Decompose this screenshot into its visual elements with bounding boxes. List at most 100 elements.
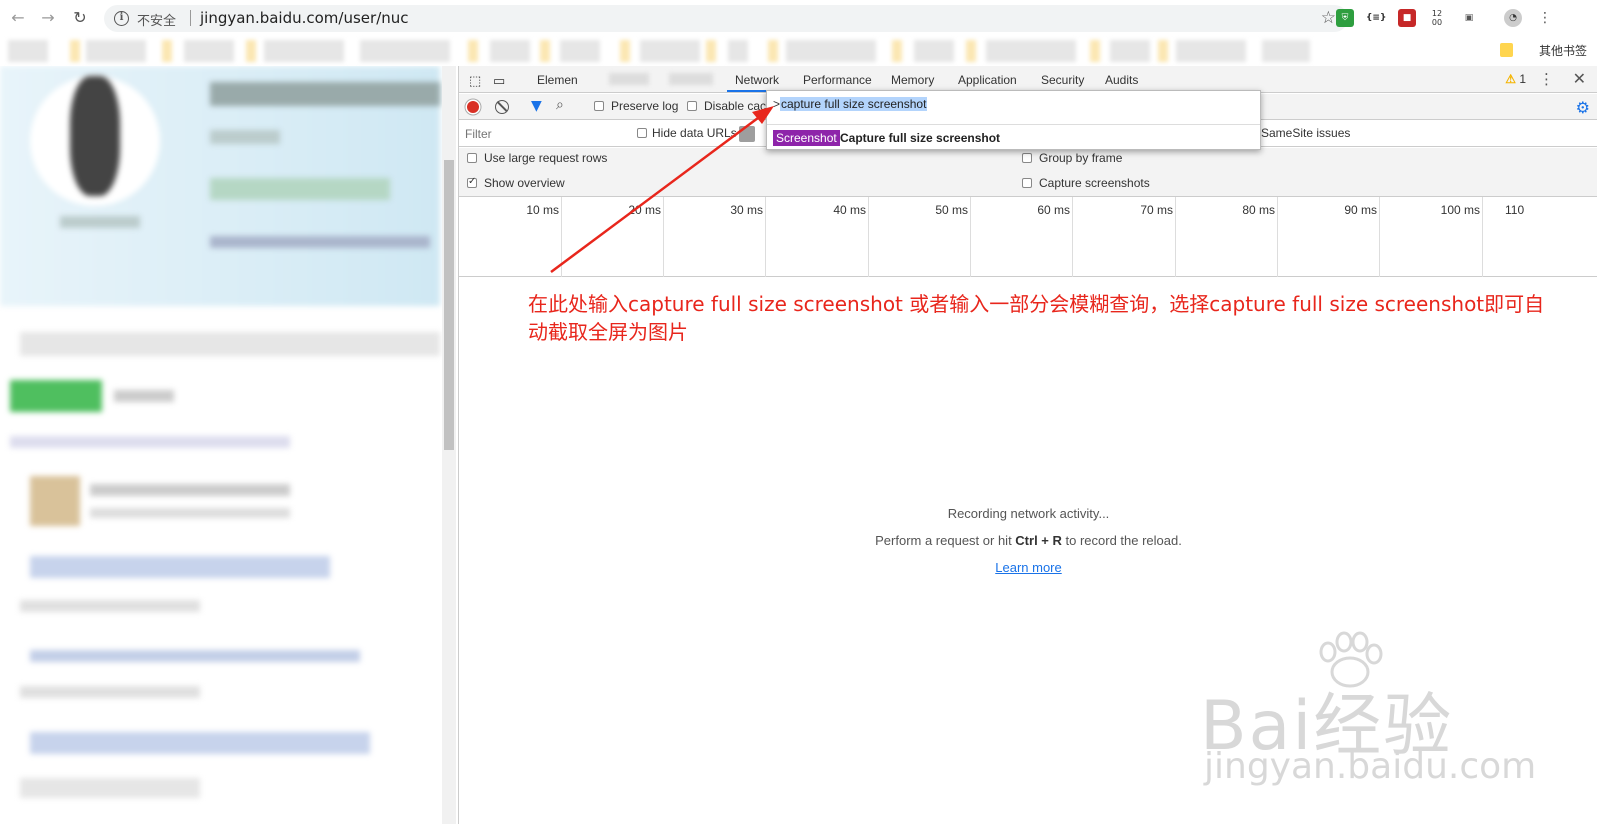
tab-network[interactable]: Network xyxy=(735,73,779,87)
device-toolbar-icon[interactable]: ▭ xyxy=(493,73,505,89)
bookmark-item[interactable] xyxy=(986,40,1076,62)
show-overview-checkbox[interactable] xyxy=(467,176,477,188)
hide-data-urls-label: Hide data URLs xyxy=(652,126,737,140)
inspect-icon[interactable]: ⬚ xyxy=(469,73,481,89)
address-bar[interactable]: i 不安全 jingyan.baidu.com/user/nuc ☆ xyxy=(104,5,1348,32)
bookmark-item[interactable] xyxy=(162,40,172,62)
user-level xyxy=(210,130,280,144)
forward-icon[interactable]: → xyxy=(38,8,58,28)
profile-avatar[interactable]: ◔ xyxy=(1504,9,1522,27)
bookmark-item[interactable] xyxy=(360,40,450,62)
network-overview-timeline[interactable]: 10 ms 20 ms 30 ms 40 ms 50 ms 60 ms 70 m… xyxy=(459,197,1597,277)
browser-menu-icon[interactable]: ⋮ xyxy=(1536,9,1554,27)
filter-input[interactable] xyxy=(463,124,623,144)
gear-icon[interactable]: ⚙ xyxy=(1576,98,1590,117)
tab-application[interactable]: Application xyxy=(958,73,1017,87)
list-item xyxy=(20,686,200,698)
shield-extension-icon[interactable]: ⛨ xyxy=(1336,9,1354,27)
bookmark-item[interactable] xyxy=(1262,40,1310,62)
tick-label: 110 xyxy=(1505,203,1525,217)
list-item xyxy=(20,778,200,798)
tab-security[interactable]: Security xyxy=(1041,73,1084,87)
hide-data-urls-checkbox[interactable] xyxy=(637,128,647,138)
bookmark-item[interactable] xyxy=(1158,40,1168,62)
bookmark-item[interactable] xyxy=(468,40,478,62)
tick-label: 40 ms xyxy=(833,203,866,217)
devtools-tabbar: ⬚ ▭ Elemen Network Performance Memory Ap… xyxy=(459,66,1597,93)
preserve-log-checkbox[interactable] xyxy=(594,101,604,111)
command-input[interactable]: capture full size screenshot xyxy=(780,97,928,111)
json-extension-icon[interactable]: {≡} xyxy=(1366,9,1386,27)
preserve-log-label: Preserve log xyxy=(611,99,679,113)
large-rows-label: Use large request rows xyxy=(484,151,608,165)
bookmark-item[interactable] xyxy=(1090,40,1100,62)
bookmark-item[interactable] xyxy=(540,40,550,62)
red-extension-icon[interactable]: ■ xyxy=(1398,9,1416,27)
warnings-count: 1 xyxy=(1519,72,1526,86)
capture-screenshots-checkbox[interactable] xyxy=(1022,178,1032,188)
large-rows-checkbox[interactable] xyxy=(467,153,477,163)
bookmark-item[interactable] xyxy=(86,40,146,62)
back-icon[interactable]: ← xyxy=(8,8,28,28)
clock-extension-icon[interactable]: 12 00 xyxy=(1428,9,1446,27)
browser-toolbar: ← → ↻ i 不安全 jingyan.baidu.com/user/nuc ☆… xyxy=(0,0,1597,36)
list-item xyxy=(20,600,200,612)
info-icon[interactable]: i xyxy=(114,11,129,26)
bookmark-item[interactable] xyxy=(560,40,600,62)
page-tabs[interactable] xyxy=(20,332,440,356)
bookmark-item[interactable] xyxy=(1176,40,1246,62)
bookmark-item[interactable] xyxy=(1110,40,1150,62)
reload-icon[interactable]: ↻ xyxy=(70,8,90,28)
tab-sources[interactable] xyxy=(669,73,713,85)
bookmark-item[interactable] xyxy=(490,40,530,62)
disable-cache-label: Disable cach xyxy=(704,99,773,113)
devtools-menu-icon[interactable]: ⋮ xyxy=(1539,70,1554,88)
tab-elements[interactable]: Elemen xyxy=(537,73,578,87)
bookmark-item[interactable] xyxy=(264,40,344,62)
group-by-frame-checkbox[interactable] xyxy=(1022,153,1032,163)
bookmark-item[interactable] xyxy=(706,40,716,62)
other-bookmarks[interactable]: 其他书签 xyxy=(1539,42,1587,59)
page-scrollbar-thumb[interactable] xyxy=(444,160,454,450)
samesite-issues-label: SameSite issues xyxy=(1261,126,1351,140)
bookmark-item[interactable] xyxy=(768,40,778,62)
tab-memory[interactable]: Memory xyxy=(891,73,934,87)
bookmark-item[interactable] xyxy=(892,40,902,62)
list-item xyxy=(90,484,290,496)
tick-line xyxy=(868,197,869,277)
search-icon[interactable]: ⌕ xyxy=(556,97,564,113)
list-item xyxy=(30,650,360,662)
bookmark-item[interactable] xyxy=(246,40,256,62)
all-filter-button[interactable] xyxy=(739,126,755,142)
bookmark-item[interactable] xyxy=(70,40,80,62)
command-category-badge: Screenshot xyxy=(773,130,840,146)
bookmark-item[interactable] xyxy=(620,40,630,62)
learn-more-link[interactable]: Learn more xyxy=(995,560,1061,575)
bookmark-item[interactable] xyxy=(640,40,700,62)
tab-performance[interactable]: Performance xyxy=(803,73,872,87)
tick-label: 20 ms xyxy=(628,203,661,217)
tick-label: 30 ms xyxy=(730,203,763,217)
bookmark-item[interactable] xyxy=(786,40,876,62)
record-button[interactable] xyxy=(467,101,479,113)
bookmark-item[interactable] xyxy=(966,40,976,62)
filter-icon[interactable]: ▼ xyxy=(531,98,542,114)
tick-label: 100 ms xyxy=(1440,203,1480,217)
bookmark-star-icon[interactable]: ☆ xyxy=(1321,8,1336,28)
bookmark-item[interactable] xyxy=(914,40,954,62)
tab-console[interactable] xyxy=(609,73,649,85)
tab-audits[interactable]: Audits xyxy=(1105,73,1138,87)
disable-cache-checkbox[interactable] xyxy=(687,101,697,111)
green-button[interactable] xyxy=(10,380,102,412)
security-label: 不安全 xyxy=(137,14,177,29)
command-result-item[interactable]: Capture full size screenshot xyxy=(840,131,1000,145)
url-separator xyxy=(190,10,191,26)
close-icon[interactable]: ✕ xyxy=(1573,69,1586,88)
url-text[interactable]: jingyan.baidu.com/user/nuc xyxy=(200,9,409,27)
cast-extension-icon[interactable]: ▣ xyxy=(1460,9,1478,27)
bookmark-item[interactable] xyxy=(8,40,48,62)
warnings-counter[interactable]: ⚠ 1 xyxy=(1505,72,1526,86)
bookmark-item[interactable] xyxy=(184,40,234,62)
clear-button[interactable] xyxy=(495,100,509,114)
bookmark-item[interactable] xyxy=(728,40,748,62)
